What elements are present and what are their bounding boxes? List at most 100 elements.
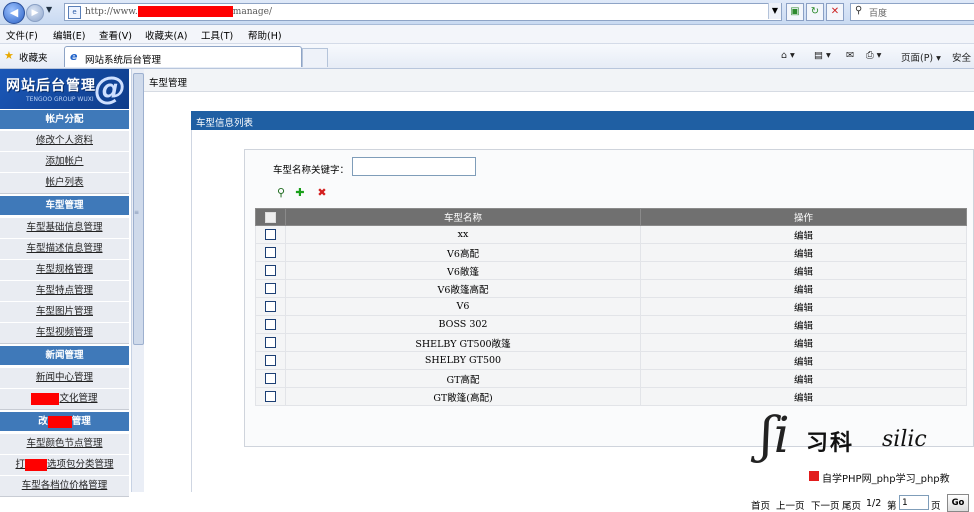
menu-tools[interactable]: 工具(T) [201,28,233,42]
model-name: xx [285,225,641,244]
pager-next[interactable]: 下一页 [811,498,840,512]
table-row: SHELBY GT500 编辑 [255,351,967,370]
sidebar-item-account-list[interactable]: 帐户列表 [0,172,129,194]
forward-button[interactable]: ▶ [26,4,44,22]
sidebar-scrollbar[interactable]: ≡ [131,69,144,492]
model-name: SHELBY GT500敞篷 [285,333,641,352]
ie-icon: e [70,50,78,63]
stop-icon[interactable]: ✕ [826,3,844,21]
delete-icon[interactable]: ✖ [315,186,329,200]
page-menu[interactable]: 页面(P) ▾ [901,50,941,64]
safety-menu[interactable]: 安全 [952,50,971,64]
red-square-icon [809,471,819,481]
menu-help[interactable]: 帮助(H) [248,28,282,42]
edit-link[interactable]: 编辑 [640,279,967,298]
edit-link[interactable]: 编辑 [640,243,967,262]
model-name: V6敞篷 [285,261,641,280]
model-name: SHELBY GT500 [285,351,641,370]
row-checkbox[interactable] [265,355,276,366]
row-checkbox[interactable] [265,265,276,276]
edit-link[interactable]: 编辑 [640,261,967,280]
row-checkbox[interactable] [265,337,276,348]
new-tab-button[interactable] [302,48,328,67]
back-button[interactable]: ◀ [3,2,25,24]
menu-file[interactable]: 文件(F) [6,28,38,42]
sidebar-group-custom[interactable]: 改管理 [0,412,129,431]
select-all-checkbox[interactable] [265,211,276,223]
search-icon[interactable]: ⚲ [274,186,288,200]
edit-link[interactable]: 编辑 [640,297,967,316]
row-checkbox[interactable] [265,247,276,258]
feeds-icon[interactable]: ▤ ▾ [814,50,831,61]
favorites-star-icon[interactable]: ★ [4,49,14,62]
browser-tab[interactable]: e 网站系统后台管理 [64,46,302,67]
home-icon[interactable]: ⌂ ▾ [781,50,795,61]
sidebar-item-model-desc[interactable]: 车型描述信息管理 [0,238,129,260]
model-name: V6敞篷高配 [285,279,641,298]
table-row: xx 编辑 [255,225,967,244]
mail-icon[interactable]: ✉ [846,50,854,61]
row-checkbox[interactable] [265,319,276,330]
favorites-button[interactable]: 收藏夹 [19,50,48,64]
pager-prev[interactable]: 上一页 [776,498,805,512]
column-header-name: 车型名称 [285,208,641,226]
go-button[interactable]: Go [947,494,969,512]
model-name: V6 [285,297,641,316]
favorites-bar: ★ 收藏夹 e 网站系统后台管理 ⌂ ▾ ▤ ▾ ✉ ⎙ ▾ 页面(P) ▾ 安… [0,44,974,69]
row-checkbox[interactable] [265,283,276,294]
url-dropdown-icon[interactable]: ▼ [768,3,781,19]
sidebar-item-model-spec[interactable]: 车型规格管理 [0,259,129,281]
address-bar: ◀ ▶ ▼ e http://www. manage/ ▼ ▣ ↻ ✕ ⚲ 百度 [0,0,974,25]
menu-view[interactable]: 查看(V) [99,28,132,42]
sidebar-item-model-basic[interactable]: 车型基础信息管理 [0,217,129,239]
sidebar-item-edit-profile[interactable]: 修改个人资料 [0,130,129,152]
table-row: SHELBY GT500敞篷 编辑 [255,333,967,352]
url-field[interactable]: e http://www. manage/ [64,3,782,21]
signature-icon: ʃi [760,406,790,464]
model-name: BOSS 302 [285,315,641,334]
column-header-operation: 操作 [640,208,967,226]
sidebar-item-option-packages[interactable]: 打选项包分类管理 [0,454,129,476]
pager-goto-label: 第 [887,501,897,512]
sidebar-item-culture[interactable]: 文化管理 [0,388,129,410]
keyword-input[interactable] [352,157,476,176]
sidebar-group-models[interactable]: 车型管理 [0,196,129,215]
sidebar-item-color-nodes[interactable]: 车型颜色节点管理 [0,433,129,455]
row-checkbox[interactable] [265,391,276,402]
menu-edit[interactable]: 编辑(E) [53,28,85,42]
row-checkbox[interactable] [265,301,276,312]
compat-view-icon[interactable]: ▣ [786,3,804,21]
sidebar-item-model-videos[interactable]: 车型视频管理 [0,322,129,344]
menu-favorites[interactable]: 收藏夹(A) [145,28,187,42]
sidebar-group-accounts[interactable]: 帐户分配 [0,110,129,129]
page-number-input[interactable]: 1 [899,495,929,510]
model-table: 车型名称 操作 xx 编辑 V6高配 编辑 V6敞篷 编辑 V6敞篷高配 编辑 V6 编辑… [255,208,967,406]
sidebar-item-trim-prices[interactable]: 车型各档位价格管理 [0,475,129,497]
sidebar-item-news-center[interactable]: 新闻中心管理 [0,367,129,389]
table-row: V6 编辑 [255,297,967,316]
history-dropdown-icon[interactable]: ▼ [46,5,52,14]
edit-link[interactable]: 编辑 [640,225,967,244]
pager-status: 1/2 [866,498,882,509]
edit-link[interactable]: 编辑 [640,387,967,406]
pager-page-unit: 页 [931,501,941,512]
sidebar-item-model-features[interactable]: 车型特点管理 [0,280,129,302]
edit-link[interactable]: 编辑 [640,351,967,370]
row-checkbox[interactable] [265,373,276,384]
row-checkbox[interactable] [265,229,276,240]
refresh-icon[interactable]: ↻ [806,3,824,21]
pager-last[interactable]: 尾页 [842,498,861,512]
pager-first[interactable]: 首页 [751,498,770,512]
print-icon[interactable]: ⎙ ▾ [866,50,881,61]
search-input[interactable]: ⚲ 百度 [850,3,974,21]
edit-link[interactable]: 编辑 [640,369,967,388]
sidebar-item-model-images[interactable]: 车型图片管理 [0,301,129,323]
sidebar-group-news[interactable]: 新闻管理 [0,346,129,365]
breadcrumb: 车型管理 [144,69,974,92]
panel-header: 车型信息列表 [191,111,974,130]
site-logo: 网站后台管理 TENGOO GROUP WUXI @ [0,69,129,109]
edit-link[interactable]: 编辑 [640,333,967,352]
add-icon[interactable]: ✚ [293,186,307,200]
sidebar-item-add-account[interactable]: 添加帐户 [0,151,129,173]
edit-link[interactable]: 编辑 [640,315,967,334]
